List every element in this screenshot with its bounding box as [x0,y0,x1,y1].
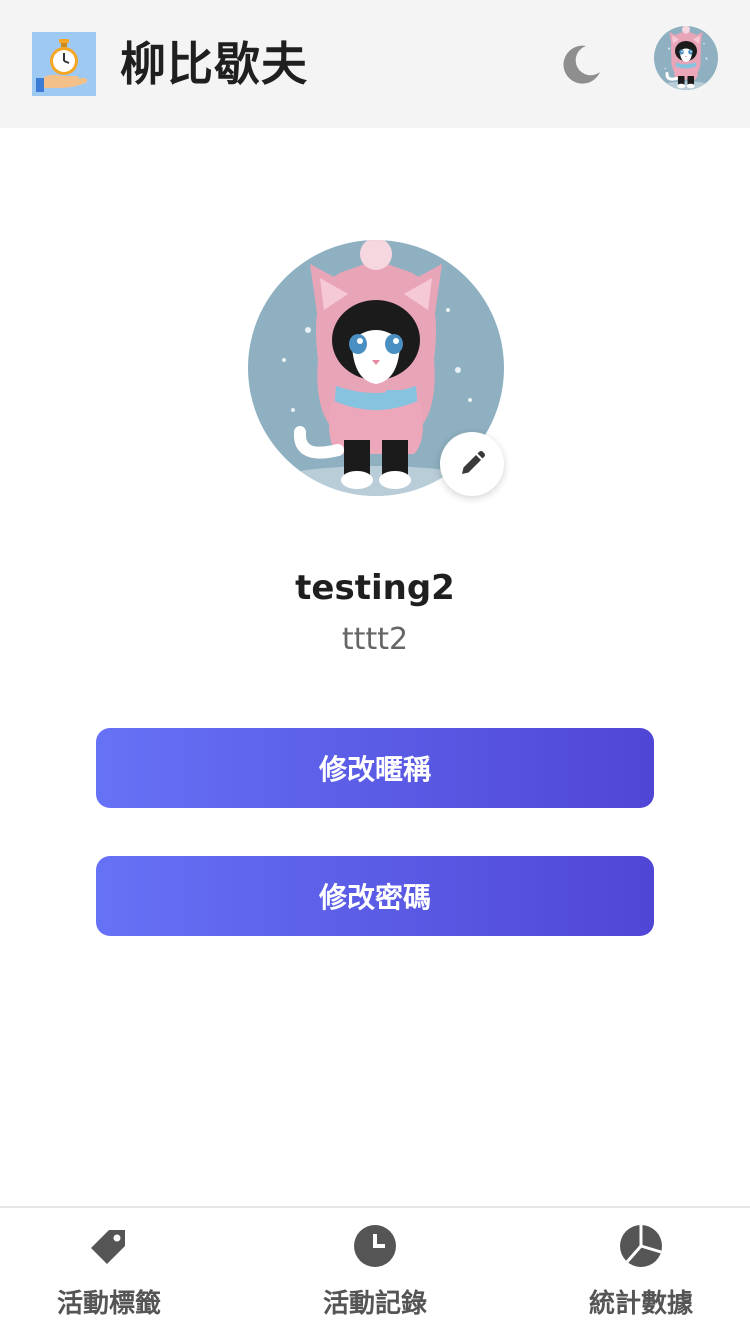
nav-label: 活動標籤 [56,1289,161,1319]
edit-avatar-button[interactable] [440,432,504,496]
nav-item-activity-records[interactable]: 活動記錄 [250,1208,500,1334]
nav-item-statistics[interactable]: 統計數據 [516,1208,750,1334]
pencil-icon [462,451,485,474]
nav-label: 統計數據 [588,1289,693,1319]
username: tttt2 [341,622,409,657]
cat-avatar-icon [654,26,718,90]
moon-icon[interactable] [558,42,604,88]
change-nickname-button[interactable]: 修改暱稱 [96,728,654,808]
app-header: 柳比歇夫 [0,0,750,128]
clock-icon [354,1225,396,1267]
app-title: 柳比歇夫 [120,37,308,91]
profile-avatar-container [248,240,504,496]
nav-label: 活動記錄 [322,1289,427,1319]
change-password-button[interactable]: 修改密碼 [96,856,654,936]
stopwatch-in-hand-icon[interactable] [32,32,96,96]
profile-page: 柳比歇夫 testing2 tttt2 修改暱稱 修改密碼 活動標籤 活動記錄 … [0,0,750,1334]
pie-chart-icon [620,1225,662,1267]
header-avatar[interactable] [654,26,718,90]
display-name: testing2 [295,568,455,608]
tag-icon [91,1230,125,1264]
nav-item-activity-tags[interactable]: 活動標籤 [0,1208,234,1334]
bottom-nav: 活動標籤 活動記錄 統計數據 [0,1206,750,1334]
